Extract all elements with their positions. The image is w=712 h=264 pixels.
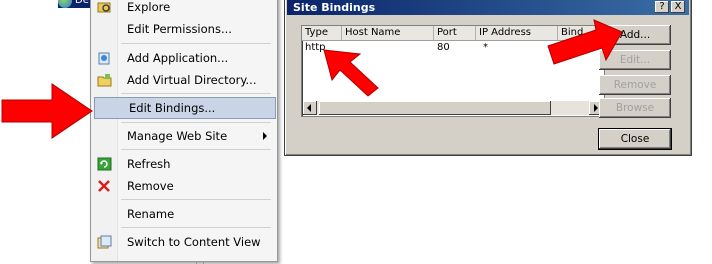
column-header-port[interactable]: Port <box>434 26 476 40</box>
menu-item-label: Edit Bindings... <box>129 101 216 115</box>
menu-item-edit-bindings[interactable]: Edit Bindings... <box>94 97 276 119</box>
menu-item-switch-content-view[interactable]: Switch to Content View <box>93 232 275 252</box>
menu-separator <box>121 199 271 200</box>
menu-item-edit-permissions[interactable]: Edit Permissions... <box>93 19 275 39</box>
menu-item-label: Remove <box>127 179 174 193</box>
remove-button[interactable]: Remove <box>599 75 671 95</box>
add-application-icon <box>97 51 112 65</box>
help-button[interactable]: ? <box>655 1 669 13</box>
add-virtual-directory-icon <box>97 73 112 87</box>
menu-item-refresh[interactable]: Refresh <box>93 154 275 174</box>
context-menu: Explore Edit Permissions... Add Applicat… <box>90 0 278 262</box>
menu-separator <box>121 122 271 123</box>
content-view-icon <box>97 235 112 249</box>
tree-node-label: De <box>75 0 89 6</box>
close-button[interactable]: Close <box>598 128 672 150</box>
menu-item-label: Refresh <box>127 157 171 171</box>
dialog-title: Site Bindings <box>293 1 376 14</box>
arrow-left-icon <box>307 104 311 112</box>
close-x-button[interactable]: X <box>671 1 685 13</box>
menu-item-label: Switch to Content View <box>127 235 261 249</box>
dialog-titlebar[interactable]: Site Bindings ? X <box>287 0 689 15</box>
remove-x-icon <box>97 179 112 193</box>
menu-separator <box>121 93 271 94</box>
annotation-arrow-left <box>1 83 93 139</box>
scroll-thumb[interactable] <box>319 101 551 115</box>
menu-separator <box>121 149 271 150</box>
menu-item-explore[interactable]: Explore <box>93 0 275 17</box>
menu-item-label: Explore <box>127 0 171 14</box>
explore-icon <box>97 0 112 14</box>
arrow-right-icon <box>594 104 598 112</box>
column-header-type[interactable]: Type <box>302 26 342 40</box>
menu-item-label: Add Application... <box>127 51 229 65</box>
menu-separator <box>121 227 271 228</box>
menu-item-label: Add Virtual Directory... <box>127 73 257 87</box>
menu-item-add-virtual-directory[interactable]: Add Virtual Directory... <box>93 70 275 90</box>
refresh-icon <box>97 157 112 171</box>
menu-item-label: Edit Permissions... <box>127 22 232 36</box>
menu-separator <box>121 43 271 44</box>
annotation-arrow-http <box>323 49 379 97</box>
horizontal-scrollbar[interactable] <box>303 101 603 115</box>
menu-item-rename[interactable]: Rename <box>93 204 275 224</box>
cell-port: 80 <box>437 42 450 53</box>
browse-button[interactable]: Browse <box>599 98 671 118</box>
scroll-left-button[interactable] <box>303 101 317 115</box>
menu-item-add-application[interactable]: Add Application... <box>93 48 275 68</box>
submenu-arrow-icon <box>263 132 267 140</box>
annotation-arrow-add <box>547 19 623 65</box>
menu-item-manage-web-site[interactable]: Manage Web Site <box>93 126 275 146</box>
cell-ip: * <box>483 42 488 53</box>
menu-item-label: Manage Web Site <box>127 129 228 143</box>
menu-item-label: Rename <box>127 207 175 221</box>
column-header-host-name[interactable]: Host Name <box>342 26 434 40</box>
menu-item-remove[interactable]: Remove <box>93 176 275 196</box>
